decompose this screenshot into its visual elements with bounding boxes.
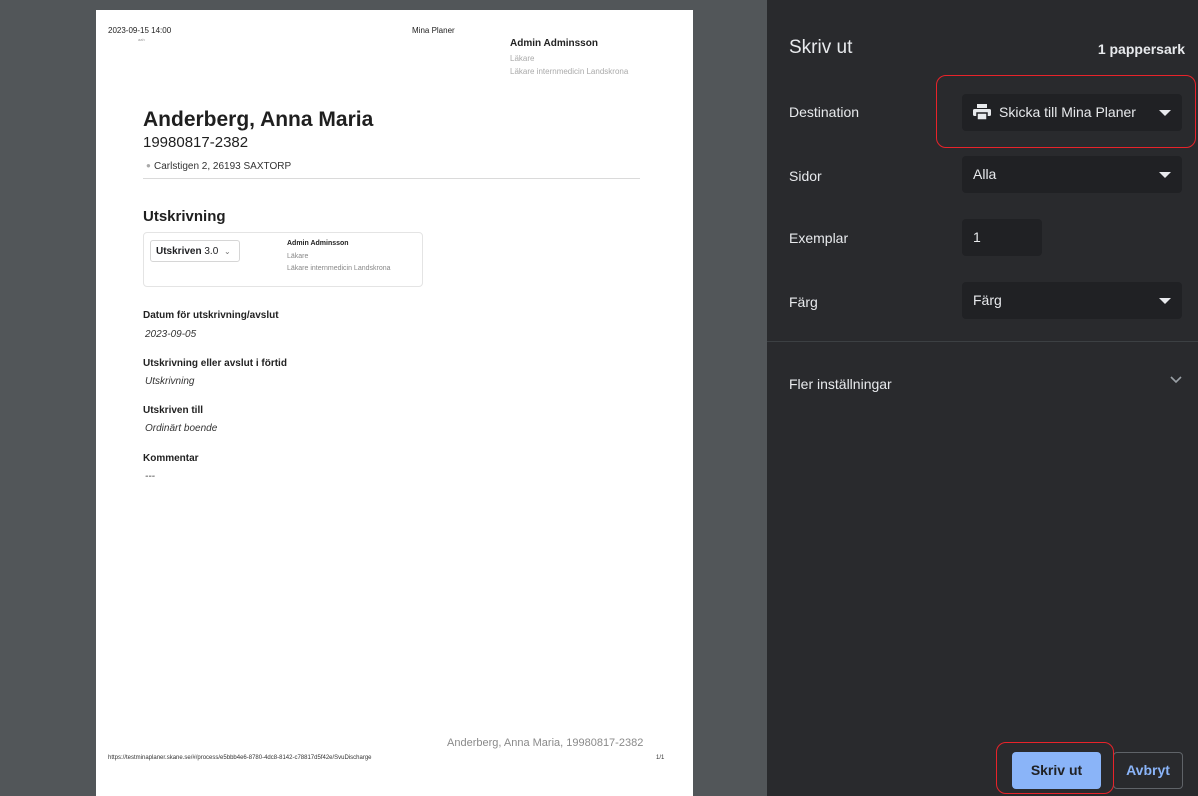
footer-page-count: 1/1 [656,755,665,761]
caret-down-icon [1159,110,1171,116]
field-value-comment: --- [145,471,155,482]
printer-icon [973,103,991,120]
status-label: Utskriven [156,246,202,257]
header-tiny-text: aah [138,37,145,42]
version-chip: Utskriven 3.0 ⌄ [150,240,240,262]
color-value: Färg [973,292,1002,308]
patient-name: Anderberg, Anna Maria [143,108,374,131]
card-user-role: Läkare [287,253,309,260]
print-button[interactable]: Skriv ut [1012,752,1101,789]
header-app-name: Mina Planer [412,26,455,35]
destination-select[interactable]: Skicka till Mina Planer [962,94,1182,131]
settings-divider [767,341,1198,342]
caret-down-icon [1159,172,1171,178]
field-label-discharged-to: Utskriven till [143,405,204,416]
pages-select[interactable]: Alla [962,156,1182,193]
header-user-unit: Läkare internmedicin Landskrona [510,67,629,76]
chevron-down-icon[interactable] [1170,376,1182,384]
sheet-count: 1 pappersark [1097,41,1185,57]
header-user-name: Admin Adminsson [510,38,598,49]
location-dot-icon: ● [146,161,151,170]
field-value-discharged-to: Ordinärt boende [145,423,218,434]
print-preview-area: 2023-09-15 14:00 aah Mina Planer Admin A… [0,0,767,796]
chevron-down-icon: ⌄ [224,247,231,256]
card-user-name: Admin Adminsson [287,240,349,247]
preview-page: 2023-09-15 14:00 aah Mina Planer Admin A… [96,10,693,796]
print-dialog-title: Skriv ut [789,37,853,58]
pages-value: Alla [973,166,997,182]
color-select[interactable]: Färg [962,282,1182,319]
field-value-discharge-type: Utskrivning [145,376,195,387]
copies-input[interactable]: 1 [962,219,1042,256]
header-divider [143,178,640,179]
footer-patient-summary: Anderberg, Anna Maria, 19980817-2382 [447,737,644,749]
more-settings-toggle[interactable]: Fler inställningar [789,376,892,392]
destination-label: Destination [789,104,860,120]
color-label: Färg [789,294,818,310]
cancel-button[interactable]: Avbryt [1113,752,1183,789]
copies-label: Exemplar [789,230,849,246]
field-label-comment: Kommentar [143,453,199,464]
field-value-discharge-date: 2023-09-05 [145,329,197,340]
header-user-role: Läkare [510,54,535,63]
patient-address: Carlstigen 2, 26193 SAXTORP [154,161,292,172]
footer-url: https://testminaplaner.skane.se/#/proces… [108,755,372,761]
destination-value: Skicka till Mina Planer [999,104,1136,120]
section-title: Utskrivning [143,208,226,225]
field-label-discharge-date: Datum för utskrivning/avslut [143,310,279,321]
version-number: 3.0 [204,246,219,257]
header-datetime: 2023-09-15 14:00 [108,26,172,35]
field-label-discharge-type: Utskrivning eller avslut i förtid [143,358,287,369]
print-settings-panel: Skriv ut 1 pappersark Destination Skicka… [767,0,1198,796]
pages-label: Sidor [789,168,822,184]
patient-personal-number: 19980817-2382 [143,134,249,151]
card-user-unit: Läkare internmedicin Landskrona [287,265,391,272]
status-card: Utskriven 3.0 ⌄ Admin Adminsson Läkare L… [143,232,423,287]
caret-down-icon [1159,298,1171,304]
